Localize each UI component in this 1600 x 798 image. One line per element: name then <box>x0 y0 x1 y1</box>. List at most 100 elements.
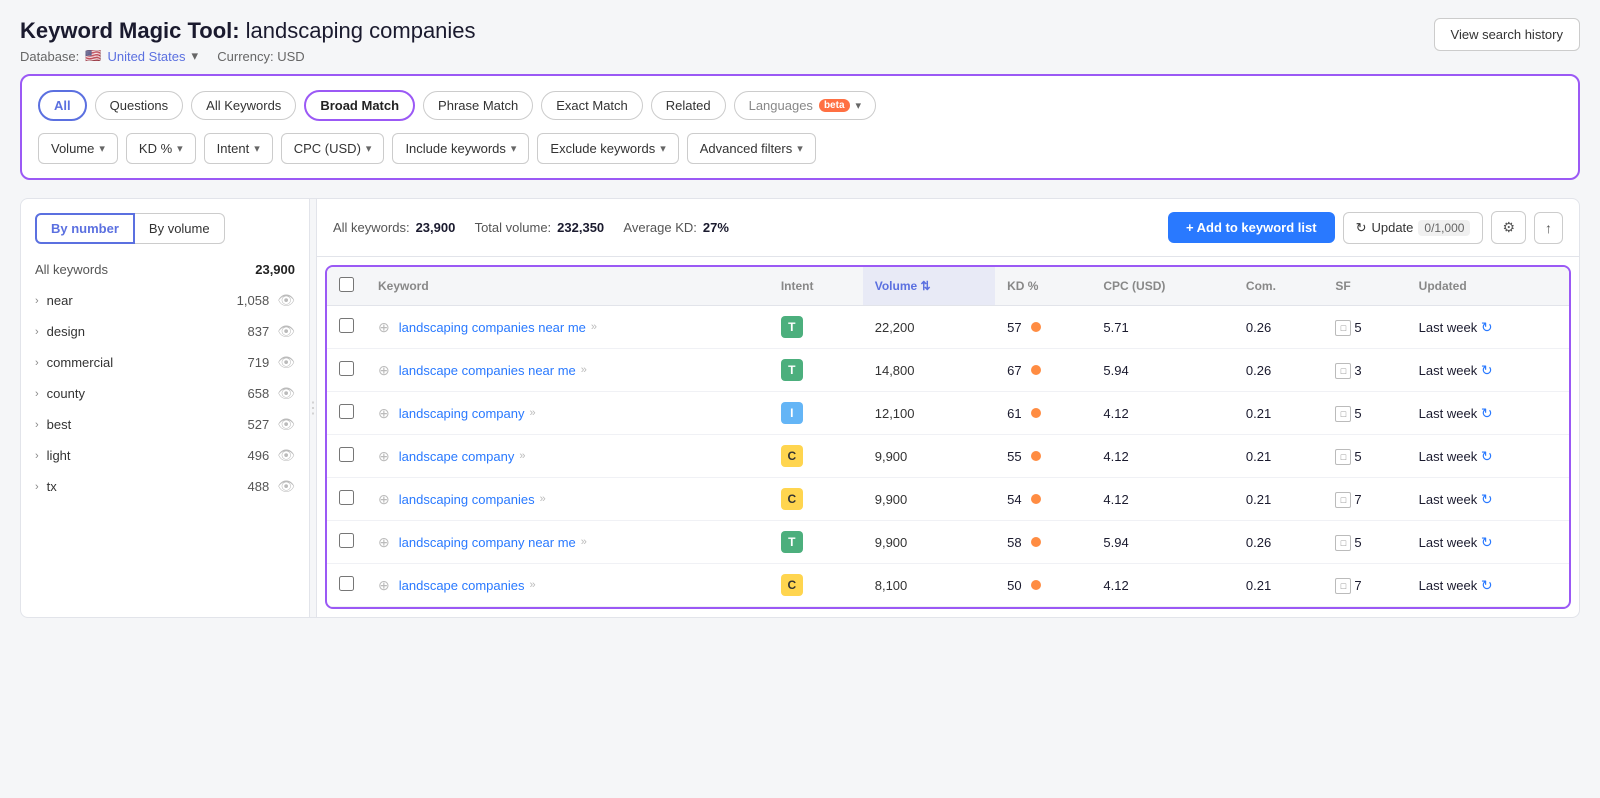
keyword-link[interactable]: ⊕ landscaping companies » <box>378 491 757 508</box>
column-resize-handle[interactable] <box>310 198 316 618</box>
sidebar-item-near[interactable]: › near 1,058 👁 <box>21 285 309 316</box>
settings-button[interactable]: ⚙ <box>1491 211 1526 244</box>
tab-all[interactable]: All <box>38 90 87 121</box>
sidebar-item-light[interactable]: › light 496 👁 <box>21 440 309 471</box>
eye-design-icon[interactable]: 👁 <box>277 323 295 340</box>
sf-icon: □ <box>1335 449 1351 465</box>
advanced-label: Advanced filters <box>700 141 793 156</box>
refresh-row-icon[interactable]: ↻ <box>1481 491 1493 507</box>
update-count: 0/1,000 <box>1418 220 1470 236</box>
refresh-row-icon[interactable]: ↻ <box>1481 362 1493 378</box>
table-row: ⊕ landscape company » C 9,900 55 4.12 0.… <box>327 435 1569 478</box>
tab-phrase-match[interactable]: Phrase Match <box>423 91 533 120</box>
eye-light-icon[interactable]: 👁 <box>277 447 295 464</box>
tab-related[interactable]: Related <box>651 91 726 120</box>
cpc-filter[interactable]: CPC (USD) ▾ <box>281 133 385 164</box>
volume-filter[interactable]: Volume ▾ <box>38 133 118 164</box>
row-checkbox[interactable] <box>339 404 354 419</box>
eye-tx-icon[interactable]: 👁 <box>277 478 295 495</box>
refresh-row-icon[interactable]: ↻ <box>1481 577 1493 593</box>
cpc-cell: 5.71 <box>1091 306 1234 349</box>
intent-label: Intent <box>217 141 250 156</box>
avg-kd-value: 27% <box>703 220 729 235</box>
update-button[interactable]: ↻ Update 0/1,000 <box>1343 212 1484 244</box>
sf-box: □ 5 <box>1335 535 1361 551</box>
add-keyword-icon: ⊕ <box>378 491 390 508</box>
by-number-button[interactable]: By number <box>35 213 135 244</box>
keyword-link[interactable]: ⊕ landscape companies » <box>378 577 757 594</box>
updated-text: Last week <box>1419 449 1478 464</box>
row-checkbox[interactable] <box>339 318 354 333</box>
tab-broad-match[interactable]: Broad Match <box>304 90 415 121</box>
languages-button[interactable]: Languages beta ▾ <box>734 91 876 120</box>
all-kw-stat-label: All keywords: <box>333 220 410 235</box>
sidebar-item-county[interactable]: › county 658 👁 <box>21 378 309 409</box>
table-row: ⊕ landscape companies near me » T 14,800… <box>327 349 1569 392</box>
filter-dropdowns-row: Volume ▾ KD % ▾ Intent ▾ CPC (USD) ▾ Inc… <box>38 133 1562 164</box>
chevron-db-icon[interactable]: ▾ <box>192 48 199 64</box>
kd-filter[interactable]: KD % ▾ <box>126 133 196 164</box>
flag-icon: 🇺🇸 <box>85 48 101 64</box>
refresh-row-icon[interactable]: ↻ <box>1481 534 1493 550</box>
intent-badge: C <box>781 574 803 596</box>
table-row: ⊕ landscaping companies near me » T 22,2… <box>327 306 1569 349</box>
total-vol-label: Total volume: <box>475 220 552 235</box>
sidebar: By number By volume All keywords 23,900 … <box>20 198 310 618</box>
sidebar-item-tx[interactable]: › tx 488 👁 <box>21 471 309 502</box>
database-link[interactable]: United States <box>107 49 185 64</box>
refresh-row-icon[interactable]: ↻ <box>1481 448 1493 464</box>
view-history-button[interactable]: View search history <box>1434 18 1580 51</box>
keyword-link[interactable]: ⊕ landscaping company near me » <box>378 534 757 551</box>
com-col-header: Com. <box>1234 267 1324 306</box>
tab-questions[interactable]: Questions <box>95 91 184 120</box>
sf-cell: □ 7 <box>1323 478 1406 521</box>
keyword-expand-icon: » <box>581 364 587 376</box>
intent-badge: C <box>781 445 803 467</box>
by-volume-button[interactable]: By volume <box>135 213 225 244</box>
add-to-keyword-list-button[interactable]: + Add to keyword list <box>1168 212 1335 243</box>
header-left: Keyword Magic Tool: landscaping companie… <box>20 18 476 64</box>
row-checkbox[interactable] <box>339 490 354 505</box>
sf-box: □ 7 <box>1335 578 1361 594</box>
intent-badge: T <box>781 359 803 381</box>
sidebar-design-count: 837 <box>248 324 270 339</box>
currency-label: Currency: USD <box>217 49 304 64</box>
advanced-filters[interactable]: Advanced filters ▾ <box>687 133 816 164</box>
select-all-checkbox[interactable] <box>339 277 354 292</box>
row-checkbox[interactable] <box>339 361 354 376</box>
sidebar-item-best[interactable]: › best 527 👁 <box>21 409 309 440</box>
kd-cell: 58 <box>995 521 1091 564</box>
row-checkbox[interactable] <box>339 576 354 591</box>
intent-filter[interactable]: Intent ▾ <box>204 133 273 164</box>
table-stats: All keywords: 23,900 Total volume: 232,3… <box>333 220 729 235</box>
sidebar-item-commercial[interactable]: › commercial 719 👁 <box>21 347 309 378</box>
keyword-link[interactable]: ⊕ landscaping company » <box>378 405 757 422</box>
export-button[interactable]: ↑ <box>1534 212 1563 244</box>
keyword-link[interactable]: ⊕ landscaping companies near me » <box>378 319 757 336</box>
update-label: Update <box>1371 220 1413 235</box>
tab-all-keywords[interactable]: All Keywords <box>191 91 296 120</box>
intent-badge: T <box>781 316 803 338</box>
updated-cell: Last week ↻ <box>1407 349 1569 392</box>
eye-near-icon[interactable]: 👁 <box>277 292 295 309</box>
exclude-keywords-filter[interactable]: Exclude keywords ▾ <box>537 133 678 164</box>
chevron-county-icon: › <box>35 388 39 400</box>
keyword-text: landscaping companies near me <box>399 320 586 335</box>
eye-best-icon[interactable]: 👁 <box>277 416 295 433</box>
eye-commercial-icon[interactable]: 👁 <box>277 354 295 371</box>
keyword-link[interactable]: ⊕ landscape company » <box>378 448 757 465</box>
tab-exact-match[interactable]: Exact Match <box>541 91 643 120</box>
keyword-link[interactable]: ⊕ landscape companies near me » <box>378 362 757 379</box>
refresh-row-icon[interactable]: ↻ <box>1481 405 1493 421</box>
eye-county-icon[interactable]: 👁 <box>277 385 295 402</box>
sf-value: 3 <box>1354 363 1361 378</box>
row-checkbox[interactable] <box>339 533 354 548</box>
kd-cell: 50 <box>995 564 1091 607</box>
include-keywords-filter[interactable]: Include keywords ▾ <box>392 133 529 164</box>
refresh-row-icon[interactable]: ↻ <box>1481 319 1493 335</box>
row-checkbox-cell <box>327 478 366 521</box>
row-checkbox[interactable] <box>339 447 354 462</box>
com-cell: 0.26 <box>1234 521 1324 564</box>
sidebar-item-design[interactable]: › design 837 👁 <box>21 316 309 347</box>
volume-col-header[interactable]: Volume ⇅ <box>863 267 995 306</box>
